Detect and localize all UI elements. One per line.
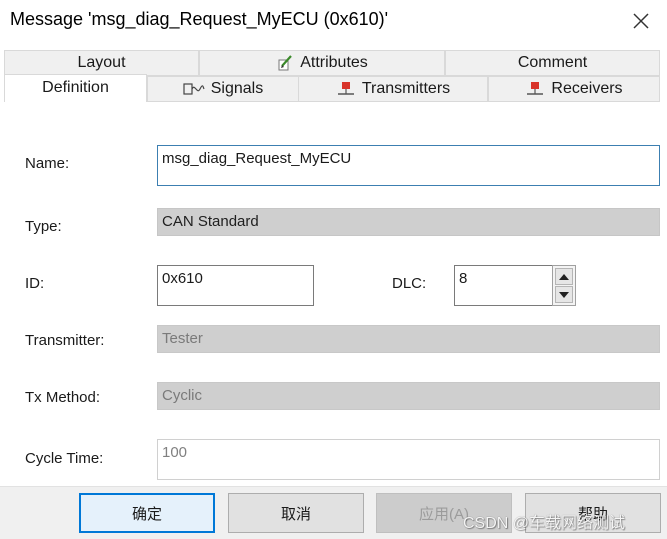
name-label: Name: xyxy=(25,155,70,172)
cycle-time-input-value: 100 xyxy=(162,444,188,461)
transmitter-label: Transmitter: xyxy=(25,332,105,349)
type-select[interactable]: CAN Standard xyxy=(157,208,660,236)
receiver-node-icon xyxy=(525,81,545,97)
tab-label: Signals xyxy=(210,80,264,97)
signals-icon xyxy=(183,81,205,97)
cycle-time-input[interactable]: 100 xyxy=(157,439,660,480)
tx-method-select-value: Cyclic xyxy=(162,387,202,404)
title-bar: Message 'msg_diag_Request_MyECU (0x610)' xyxy=(0,0,667,42)
edit-pencil-icon xyxy=(276,54,294,72)
spin-down-button[interactable] xyxy=(555,286,573,303)
tx-method-label: Tx Method: xyxy=(25,389,101,406)
tab-comment[interactable]: Comment xyxy=(445,50,660,76)
transmitter-select[interactable]: Tester xyxy=(157,325,660,353)
id-input[interactable]: 0x610 xyxy=(157,265,314,306)
dlc-input-value: 8 xyxy=(459,270,468,287)
tab-layout[interactable]: Layout xyxy=(4,50,199,76)
cycle-time-label: Cycle Time: xyxy=(25,450,104,467)
id-label: ID: xyxy=(25,275,45,292)
name-input[interactable]: msg_diag_Request_MyECU xyxy=(157,145,660,186)
spin-up-button[interactable] xyxy=(555,268,573,285)
tab-label: Transmitters xyxy=(361,80,451,97)
window-title: Message 'msg_diag_Request_MyECU (0x610)' xyxy=(10,9,389,29)
tab-attributes[interactable]: Attributes xyxy=(199,50,445,76)
tx-method-select[interactable]: Cyclic xyxy=(157,382,660,410)
ok-button[interactable]: 确定 xyxy=(79,493,215,533)
arrow-up-icon xyxy=(559,273,569,280)
dlc-spinner xyxy=(552,265,576,306)
transmitter-select-value: Tester xyxy=(162,330,203,347)
tab-label: Definition xyxy=(42,79,109,96)
tab-strip: Layout Attributes Comment Signals Transm… xyxy=(0,42,667,104)
tab-label: Layout xyxy=(77,54,126,71)
tab-receivers[interactable]: Receivers xyxy=(488,76,660,102)
id-input-value: 0x610 xyxy=(162,270,203,287)
tab-definition[interactable]: Definition xyxy=(4,74,147,104)
tab-label: Receivers xyxy=(551,80,623,97)
tab-label: Comment xyxy=(517,54,588,71)
tab-signals[interactable]: Signals xyxy=(147,76,299,102)
close-icon[interactable] xyxy=(629,9,653,33)
name-input-value: msg_diag_Request_MyECU xyxy=(162,150,352,167)
dlc-label: DLC: xyxy=(392,275,427,292)
type-label: Type: xyxy=(25,218,62,235)
tab-transmitters[interactable]: Transmitters xyxy=(298,76,488,102)
transmitter-node-icon xyxy=(336,81,356,97)
arrow-down-icon xyxy=(559,291,569,298)
dlc-input[interactable]: 8 xyxy=(454,265,553,306)
watermark: CSDN @车载网络测试 xyxy=(463,515,626,532)
type-select-value: CAN Standard xyxy=(162,213,259,230)
cancel-button[interactable]: 取消 xyxy=(228,493,364,533)
tab-label: Attributes xyxy=(300,54,368,71)
